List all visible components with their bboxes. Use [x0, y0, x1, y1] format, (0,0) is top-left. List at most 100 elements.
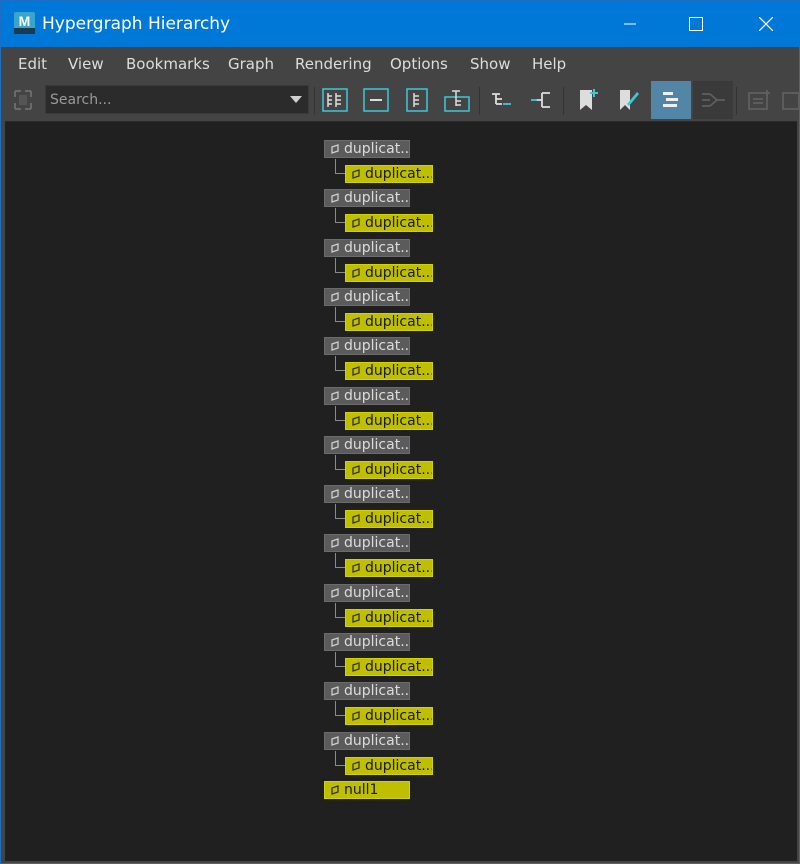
input-output-connections-button[interactable] [693, 81, 733, 119]
hierarchy-connector [335, 208, 345, 223]
menu-bookmarks[interactable]: Bookmarks [126, 55, 210, 73]
node-label: duplicat... [344, 141, 410, 157]
search-box[interactable] [45, 85, 309, 114]
menu-graph[interactable]: Graph [228, 55, 274, 73]
transform-node-icon [352, 465, 360, 475]
child-node[interactable]: duplicat... [345, 757, 433, 775]
toolbar-separator [479, 87, 480, 115]
child-node[interactable]: duplicat... [345, 658, 433, 676]
node-label: duplicat... [344, 585, 410, 601]
hierarchy-connector [335, 603, 345, 618]
hierarchy-connector [335, 504, 345, 519]
parent-node[interactable]: duplicat... [324, 436, 410, 454]
menu-options[interactable]: Options [390, 55, 448, 73]
hierarchy-connector [335, 159, 345, 174]
hypergraph-canvas[interactable]: duplicat... duplicat... duplicat... duplica… [5, 121, 797, 861]
child-node[interactable]: duplicat... [345, 264, 433, 282]
minimize-button[interactable] [607, 1, 653, 47]
transform-node-icon [352, 662, 360, 672]
scene-hierarchy-button[interactable] [651, 81, 691, 119]
transform-node-icon [352, 761, 360, 771]
parent-node[interactable]: duplicat... [324, 732, 410, 750]
parent-node[interactable]: duplicat... [324, 485, 410, 503]
menu-edit[interactable]: Edit [18, 55, 47, 73]
scene-hierarchy-icon [663, 92, 678, 107]
root-node[interactable]: null1 [324, 781, 410, 799]
parent-node[interactable]: duplicat... [324, 337, 410, 355]
menu-view[interactable]: View [68, 55, 104, 73]
parent-node[interactable]: duplicat... [324, 140, 410, 158]
node-label: duplicat... [344, 338, 410, 354]
transform-node-icon [352, 169, 360, 179]
parent-node[interactable]: duplicat... [324, 239, 410, 257]
child-node[interactable]: duplicat... [345, 461, 433, 479]
transform-node-icon [352, 514, 360, 524]
child-node[interactable]: duplicat... [345, 362, 433, 380]
parent-node[interactable]: duplicat... [324, 189, 410, 207]
graph-up-downstream-icon [492, 93, 511, 105]
parent-node[interactable]: duplicat... [324, 534, 410, 552]
close-button[interactable] [743, 1, 789, 47]
toolbar [1, 81, 799, 121]
node-label: duplicat... [365, 560, 433, 576]
child-node[interactable]: duplicat... [345, 510, 433, 528]
parent-node[interactable]: duplicat... [324, 288, 410, 306]
add-node-button[interactable] [741, 83, 777, 117]
hierarchy-connector [335, 258, 345, 273]
menu-help[interactable]: Help [532, 55, 566, 73]
more-tools-icon [782, 92, 799, 110]
hierarchy-connector [335, 652, 345, 667]
node-label: duplicat... [344, 634, 410, 650]
menu-show[interactable]: Show [470, 55, 510, 73]
hierarchy-connector [335, 307, 345, 322]
add-bookmark-button[interactable] [569, 83, 605, 117]
transform-node-icon [331, 686, 339, 696]
transform-node-icon [331, 637, 339, 647]
child-node[interactable]: duplicat... [345, 313, 433, 331]
frame-all-button[interactable] [317, 83, 353, 117]
child-node[interactable]: duplicat... [345, 707, 433, 725]
parent-node[interactable]: duplicat... [324, 584, 410, 602]
hierarchy-connector [335, 455, 345, 470]
transform-node-icon [352, 218, 360, 228]
title-bar[interactable]: M Hypergraph Hierarchy [1, 1, 799, 47]
window-title: Hypergraph Hierarchy [42, 14, 231, 34]
transform-node-icon [331, 292, 339, 302]
parent-node[interactable]: duplicat... [324, 682, 410, 700]
node-label: duplicat... [365, 511, 433, 527]
transform-node-icon [331, 144, 339, 154]
node-label: duplicat... [365, 708, 433, 724]
transform-node-icon [352, 317, 360, 327]
node-label: duplicat... [344, 388, 410, 404]
child-node[interactable]: duplicat... [345, 412, 433, 430]
search-filter-icon[interactable] [12, 88, 34, 112]
frame-hierarchy-icon [406, 88, 428, 112]
hierarchy-connector [335, 751, 345, 766]
child-node[interactable]: duplicat... [345, 609, 433, 627]
child-node[interactable]: duplicat... [345, 559, 433, 577]
overflow-tool-button[interactable] [779, 83, 800, 117]
frame-selection-button[interactable] [358, 83, 394, 117]
node-label: duplicat... [344, 289, 410, 305]
edit-bookmark-button[interactable] [610, 83, 646, 117]
search-input[interactable] [50, 89, 282, 111]
chevron-down-icon[interactable] [290, 96, 302, 104]
child-node[interactable]: duplicat... [345, 214, 433, 232]
parent-node[interactable]: duplicat... [324, 387, 410, 405]
graph-up-downstream-button[interactable] [483, 83, 519, 117]
node-label: duplicat... [365, 413, 433, 429]
close-icon [759, 17, 773, 31]
parent-node[interactable]: duplicat... [324, 633, 410, 651]
frame-branch-button[interactable] [439, 83, 475, 117]
node-label: duplicat... [365, 314, 433, 330]
child-node[interactable]: duplicat... [345, 165, 433, 183]
toolbar-separator [314, 87, 315, 115]
menu-rendering[interactable]: Rendering [295, 55, 372, 73]
svg-text:M: M [19, 13, 31, 29]
transform-node-icon [331, 736, 339, 746]
maximize-button[interactable] [673, 1, 719, 47]
transform-node-icon [331, 243, 339, 253]
frame-hierarchy-button[interactable] [399, 83, 435, 117]
transform-node-icon [331, 489, 339, 499]
graph-upstream-button[interactable] [523, 83, 559, 117]
